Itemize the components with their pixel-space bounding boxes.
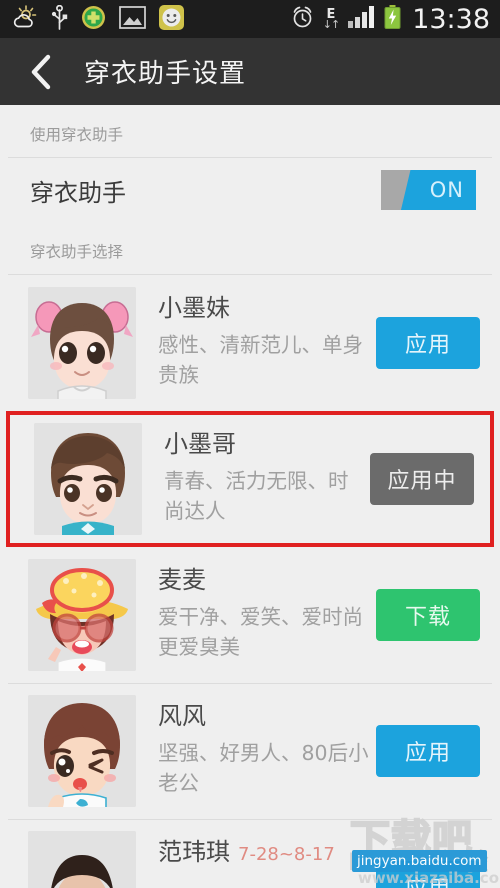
- assistant-desc: 坚强、好男人、80后小老公: [158, 741, 369, 795]
- switch-on-face: ON: [400, 170, 476, 210]
- assistant-name-text: 范玮琪: [158, 838, 230, 866]
- list-item-action: 应用: [376, 861, 480, 888]
- list-item-text: 麦麦 爱干净、爱笑、爱时尚更爱臭美: [136, 559, 370, 662]
- battery-charging-icon: [384, 5, 401, 33]
- list-item-selected[interactable]: 小墨哥 青春、活力无限、时尚达人 应用中: [6, 411, 494, 547]
- switch-state-text: ON: [429, 178, 464, 202]
- back-chevron-icon[interactable]: [26, 52, 56, 92]
- avatar: [28, 695, 136, 807]
- list-item-text: 风风 坚强、好男人、80后小老公: [136, 695, 370, 798]
- list-item-text: 小墨妹 感性、清新范儿、单身贵族: [136, 287, 370, 390]
- usb-icon: [51, 4, 68, 34]
- gallery-image-icon: [119, 5, 146, 33]
- yellow-smiley-icon: [159, 4, 184, 34]
- list-item[interactable]: 风风 坚强、好男人、80后小老公 应用: [0, 683, 500, 819]
- download-button[interactable]: 下载: [376, 589, 480, 641]
- section-label-use: 使用穿衣助手: [30, 126, 124, 144]
- avatar: [28, 559, 136, 671]
- section-label-select: 穿衣助手选择: [30, 243, 124, 261]
- assistant-date: 7-28~8-17: [238, 844, 335, 865]
- apply-button[interactable]: 应用: [376, 861, 480, 888]
- assistant-desc: 感性、清新范儿、单身贵族: [158, 333, 363, 387]
- list-item-action: 应用: [376, 317, 480, 369]
- apply-button[interactable]: 应用: [376, 725, 480, 777]
- status-bar-right-icons: E ↓↑ 13:38: [291, 5, 490, 33]
- list-item-action: 应用中: [370, 453, 474, 505]
- master-toggle-switch[interactable]: ON: [381, 170, 476, 210]
- list-item-text: 范玮琪 7-28~8-17: [136, 831, 370, 867]
- status-bar: E ↓↑ 13:38: [0, 0, 500, 38]
- master-toggle-row[interactable]: 穿衣助手 ON: [0, 158, 500, 222]
- assistant-list: 小墨妹 感性、清新范儿、单身贵族 应用 小墨哥 青春、活力无限、时尚达人 应用中…: [0, 275, 500, 888]
- apply-button[interactable]: 应用: [376, 317, 480, 369]
- green-plus-circle-icon: [81, 5, 106, 34]
- avatar: [28, 831, 136, 888]
- assistant-desc: 青春、活力无限、时尚达人: [164, 469, 349, 523]
- list-item[interactable]: 小墨妹 感性、清新范儿、单身贵族 应用: [0, 275, 500, 411]
- assistant-name: 小墨妹: [158, 294, 230, 322]
- list-item-action: 应用: [376, 725, 480, 777]
- assistant-name: 范玮琪 7-28~8-17: [158, 837, 370, 867]
- signal-bars-icon: [348, 6, 375, 32]
- assistant-desc: 爱干净、爱笑、爱时尚更爱臭美: [158, 605, 363, 659]
- avatar: [28, 287, 136, 399]
- avatar: [34, 423, 142, 535]
- assistant-name: 麦麦: [158, 566, 206, 594]
- list-item[interactable]: 麦麦 爱干净、爱笑、爱时尚更爱臭美 下载: [0, 547, 500, 683]
- app-root: E ↓↑ 13:38 穿衣助手设置 使用穿衣助手 穿衣助手 ON 穿衣助手选择 …: [0, 0, 500, 888]
- edge-data-icon: E ↓↑: [322, 8, 340, 31]
- alarm-clock-icon: [291, 6, 314, 33]
- list-item[interactable]: 范玮琪 7-28~8-17 应用: [0, 819, 500, 888]
- master-toggle-label: 穿衣助手: [30, 178, 126, 207]
- applied-button[interactable]: 应用中: [370, 453, 474, 505]
- assistant-name: 风风: [158, 702, 206, 730]
- page-title: 穿衣助手设置: [84, 59, 247, 89]
- status-bar-clock: 13:38: [412, 3, 490, 35]
- assistant-name: 小墨哥: [164, 430, 236, 458]
- title-bar: 穿衣助手设置: [0, 38, 500, 105]
- weather-sun-cloud-icon: [12, 5, 38, 33]
- status-bar-left-icons: [12, 4, 184, 34]
- edge-arrows: ↓↑: [322, 18, 340, 31]
- list-item-text: 小墨哥 青春、活力无限、时尚达人: [142, 423, 364, 526]
- list-item-action: 下载: [376, 589, 480, 641]
